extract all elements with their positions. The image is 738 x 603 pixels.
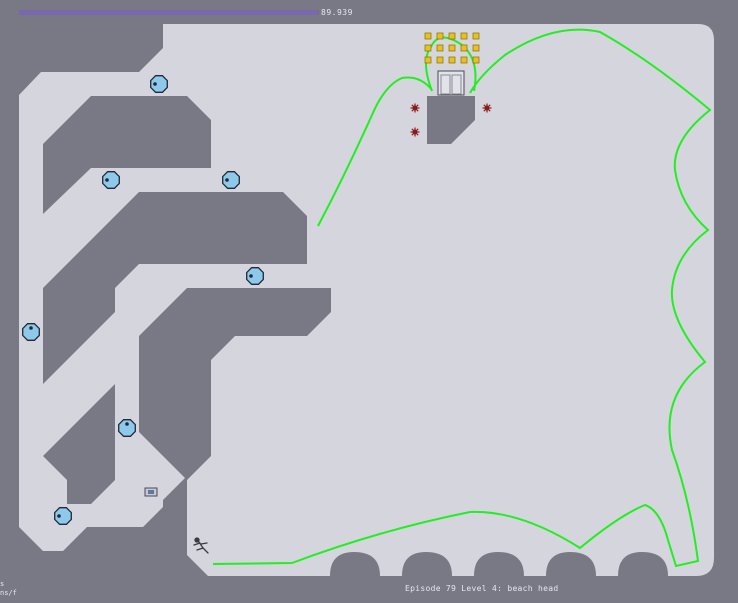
corner-text-top: s xyxy=(0,580,5,588)
drone-icon xyxy=(54,507,72,525)
exit-switch-icon xyxy=(144,487,158,497)
drone-icon xyxy=(150,75,168,93)
drone-icon xyxy=(246,267,264,285)
gold-icon xyxy=(460,44,468,52)
gold-icon xyxy=(448,32,456,40)
gold-icon xyxy=(424,44,432,52)
gold-icon xyxy=(424,56,432,64)
gold-icon xyxy=(436,44,444,52)
drone-icon xyxy=(118,419,136,437)
gold-icon xyxy=(472,32,480,40)
level-title: Episode 79 Level 4: beach head xyxy=(405,584,559,593)
time-bar xyxy=(19,10,319,15)
time-bar-fill xyxy=(19,10,318,15)
time-remaining: 89.939 xyxy=(321,8,353,17)
exit-door-icon xyxy=(437,70,465,96)
drone-icon xyxy=(102,171,120,189)
drone-icon xyxy=(222,171,240,189)
mine-icon xyxy=(482,103,492,113)
gold-icon xyxy=(448,44,456,52)
gold-icon xyxy=(436,32,444,40)
gold-icon xyxy=(436,56,444,64)
gold-icon xyxy=(460,56,468,64)
game-stage: 89.939 Episode 79 Level 4: beach head s … xyxy=(0,0,738,599)
corner-text-bottom: ns/f xyxy=(0,589,17,597)
gold-icon xyxy=(448,56,456,64)
mine-icon xyxy=(410,103,420,113)
level-map xyxy=(19,24,714,576)
drone-icon xyxy=(22,323,40,341)
gold-icon xyxy=(460,32,468,40)
gold-icon xyxy=(472,44,480,52)
mine-icon xyxy=(410,127,420,137)
gold-icon xyxy=(424,32,432,40)
gold-icon xyxy=(472,56,480,64)
